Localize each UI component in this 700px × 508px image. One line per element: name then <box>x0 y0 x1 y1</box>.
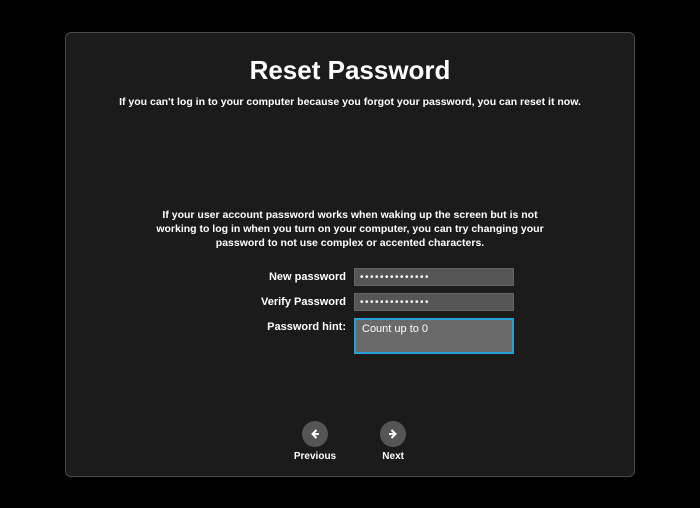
password-hint-input[interactable] <box>354 318 514 354</box>
reset-password-panel: Reset Password If you can't log in to yo… <box>65 32 635 477</box>
previous-button[interactable]: Previous <box>294 421 336 462</box>
verify-password-input[interactable]: •••••••••••••• <box>354 293 514 311</box>
password-hint-label: Password hint: <box>186 318 346 333</box>
arrow-left-icon <box>302 421 328 447</box>
verify-password-label: Verify Password <box>186 293 346 308</box>
next-label: Next <box>382 451 404 462</box>
password-hint-row: Password hint: <box>186 318 514 354</box>
new-password-row: New password •••••••••••••• <box>186 268 514 286</box>
info-text: If your user account password works when… <box>155 208 545 251</box>
verify-password-row: Verify Password •••••••••••••• <box>186 293 514 311</box>
new-password-input[interactable]: •••••••••••••• <box>354 268 514 286</box>
page-subtitle: If you can't log in to your computer bec… <box>96 96 604 108</box>
arrow-right-icon <box>380 421 406 447</box>
page-title: Reset Password <box>96 55 604 86</box>
next-button[interactable]: Next <box>380 421 406 462</box>
navigation-buttons: Previous Next <box>66 421 634 462</box>
password-form: New password •••••••••••••• Verify Passw… <box>96 268 604 354</box>
previous-label: Previous <box>294 451 336 462</box>
new-password-label: New password <box>186 268 346 283</box>
